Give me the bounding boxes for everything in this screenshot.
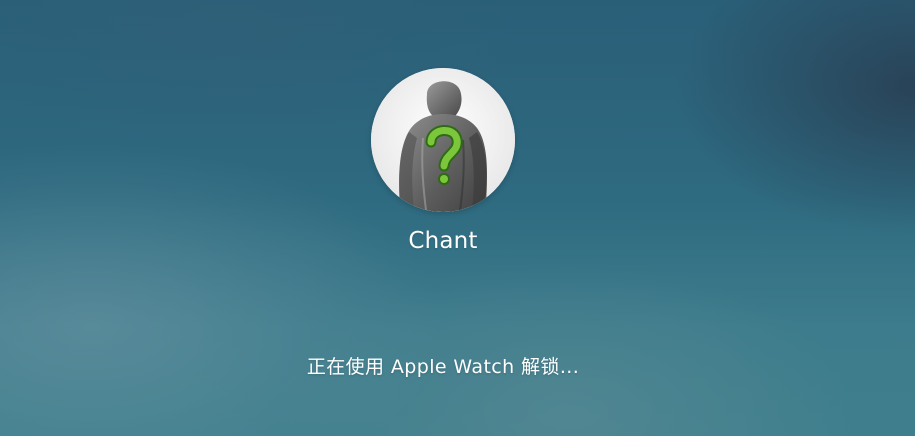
login-panel: Chant 正在使用 Apple Watch 解锁... [0, 0, 915, 436]
user-avatar[interactable] [371, 68, 515, 212]
apple-watch-unlock-status: 正在使用 Apple Watch 解锁... [306, 356, 580, 378]
question-mark-figure-icon [371, 68, 515, 212]
username-label: Chant [408, 228, 478, 254]
